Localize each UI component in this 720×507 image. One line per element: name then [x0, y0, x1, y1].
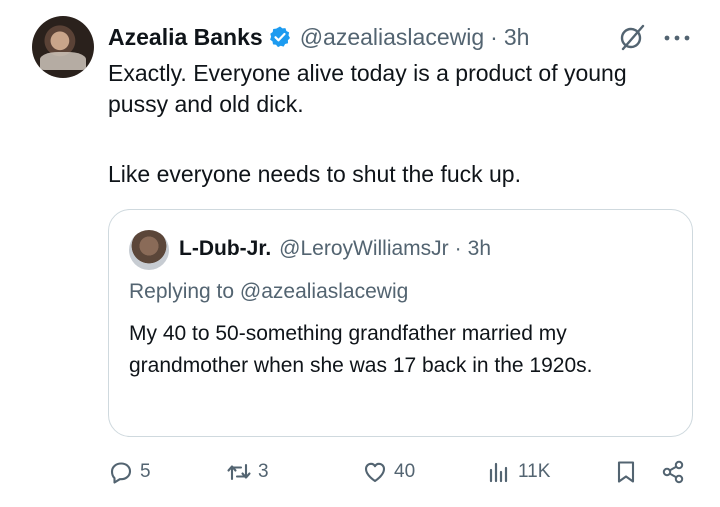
quote-display-name: L-Dub-Jr. — [179, 237, 272, 260]
tweet-text-line: Exactly. Everyone alive today is a produ… — [108, 60, 627, 86]
quote-text: My 40 to 50-something grandfather marrie… — [129, 322, 593, 377]
quote-timestamp: 3h — [467, 237, 492, 260]
tweet-text-line: Like everyone needs to shut the fuck up. — [108, 161, 521, 187]
bookmark-button[interactable] — [613, 454, 639, 490]
reply-icon — [110, 462, 132, 484]
repost-icon — [227, 463, 251, 481]
quote-header: L-Dub-Jr. @LeroyWilliamsJr · 3h — [179, 232, 491, 266]
repost-button[interactable]: 3 — [226, 454, 269, 490]
reply-button[interactable]: 5 — [108, 454, 151, 490]
views-icon — [489, 462, 508, 483]
verified-badge-icon[interactable] — [268, 25, 292, 49]
grok-icon[interactable] — [617, 22, 647, 52]
like-button[interactable]: 40 — [362, 454, 415, 490]
tweet-header: Azealia Banks @azealiaslacewig · 3h — [108, 20, 529, 54]
replying-to: Replying to @azealiaslacewig — [129, 280, 409, 303]
like-icon — [364, 462, 386, 483]
handle[interactable]: @azealiaslacewig — [300, 24, 484, 51]
like-count: 40 — [394, 461, 416, 482]
quoted-tweet[interactable]: L-Dub-Jr. @LeroyWilliamsJr · 3h Replying… — [108, 209, 693, 437]
views-button[interactable]: 11K — [486, 454, 550, 490]
view-count: 11K — [518, 461, 551, 482]
timestamp[interactable]: 3h — [504, 24, 530, 51]
tweet-text: Exactly. Everyone alive today is a produ… — [108, 58, 698, 190]
bookmark-icon — [617, 461, 635, 483]
quote-avatar[interactable] — [129, 230, 169, 270]
reply-count: 5 — [140, 461, 151, 482]
more-icon[interactable] — [662, 28, 692, 48]
share-icon — [662, 460, 684, 484]
repost-count: 3 — [258, 461, 269, 482]
separator-dot: · — [454, 237, 462, 260]
avatar[interactable] — [32, 16, 94, 78]
share-button[interactable] — [660, 454, 686, 490]
display-name[interactable]: Azealia Banks — [108, 24, 263, 51]
quote-handle: @LeroyWilliamsJr — [279, 237, 449, 260]
separator-dot: · — [490, 23, 498, 50]
action-bar: 5 3 40 11K — [108, 454, 698, 490]
tweet-text-line: pussy and old dick. — [108, 91, 304, 117]
